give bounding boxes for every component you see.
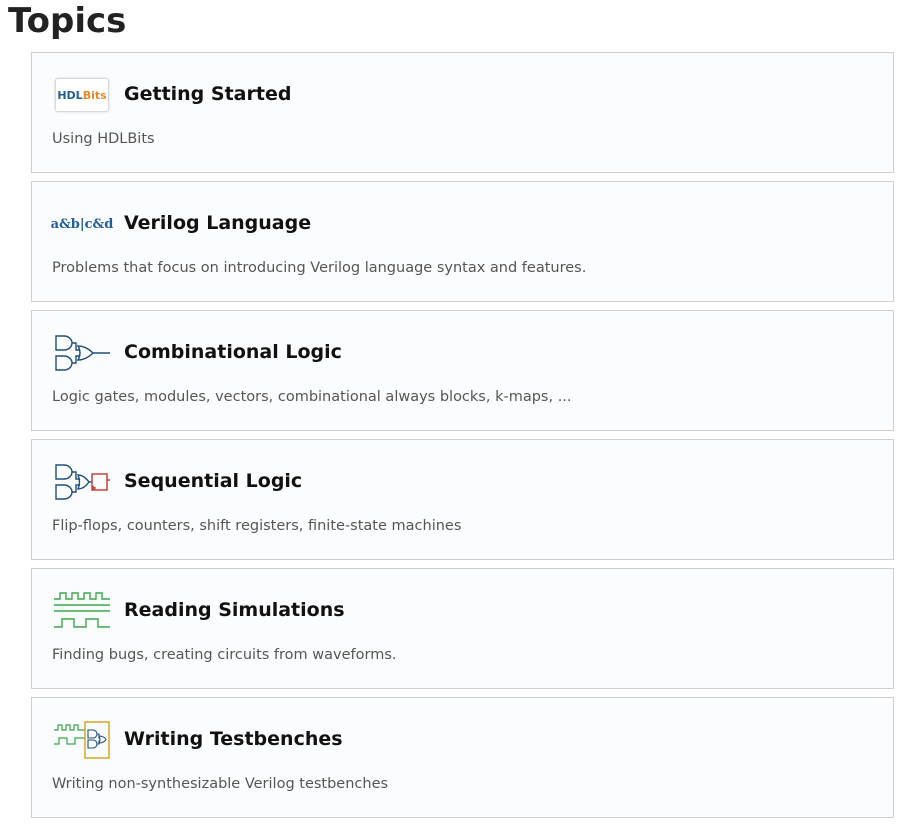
topic-description: Finding bugs, creating circuits from wav…: [52, 647, 397, 663]
page-title: Topics: [8, 1, 127, 41]
logic-gates-icon: [53, 333, 111, 373]
topic-card-combinational-logic[interactable]: Combinational Logic Logic gates, modules…: [31, 310, 894, 431]
topic-card-reading-simulations[interactable]: Reading Simulations Finding bugs, creati…: [31, 568, 894, 689]
topic-card-verilog-language[interactable]: a&b|c&d Verilog Language Problems that f…: [31, 181, 894, 302]
topic-title[interactable]: Writing Testbenches: [124, 728, 343, 750]
topic-list: HDL Bits Getting Started Using HDLBits a&…: [31, 52, 894, 826]
topic-description: Writing non-synthesizable Verilog testbe…: [52, 776, 389, 792]
hdlbits-logo-icon: HDL Bits: [53, 75, 111, 115]
topic-card-sequential-logic[interactable]: Sequential Logic Flip-flops, counters, s…: [31, 439, 894, 560]
topic-title[interactable]: Verilog Language: [124, 212, 311, 234]
topic-description: Flip-flops, counters, shift registers, f…: [52, 518, 462, 534]
waveform-icon: [53, 591, 111, 631]
topic-title[interactable]: Reading Simulations: [124, 599, 345, 621]
topic-description: Problems that focus on introducing Veril…: [52, 260, 587, 276]
flip-flop-circuit-icon: [53, 462, 111, 502]
testbench-icon: [53, 720, 111, 760]
topic-description: Using HDLBits: [52, 131, 155, 147]
verilog-expression-icon: a&b|c&d: [50, 204, 114, 244]
topic-title[interactable]: Sequential Logic: [124, 470, 302, 492]
topic-description: Logic gates, modules, vectors, combinati…: [52, 389, 572, 405]
topic-card-getting-started[interactable]: HDL Bits Getting Started Using HDLBits: [31, 52, 894, 173]
topic-title[interactable]: Getting Started: [124, 83, 291, 105]
icon-expression-text: a&b|c&d: [50, 216, 114, 232]
logo-text-bits: Bits: [82, 88, 107, 102]
topic-title[interactable]: Combinational Logic: [124, 341, 342, 363]
topic-card-writing-testbenches[interactable]: Writing Testbenches Writing non-synthesi…: [31, 697, 894, 818]
logo-text-hdl: HDL: [57, 88, 83, 102]
